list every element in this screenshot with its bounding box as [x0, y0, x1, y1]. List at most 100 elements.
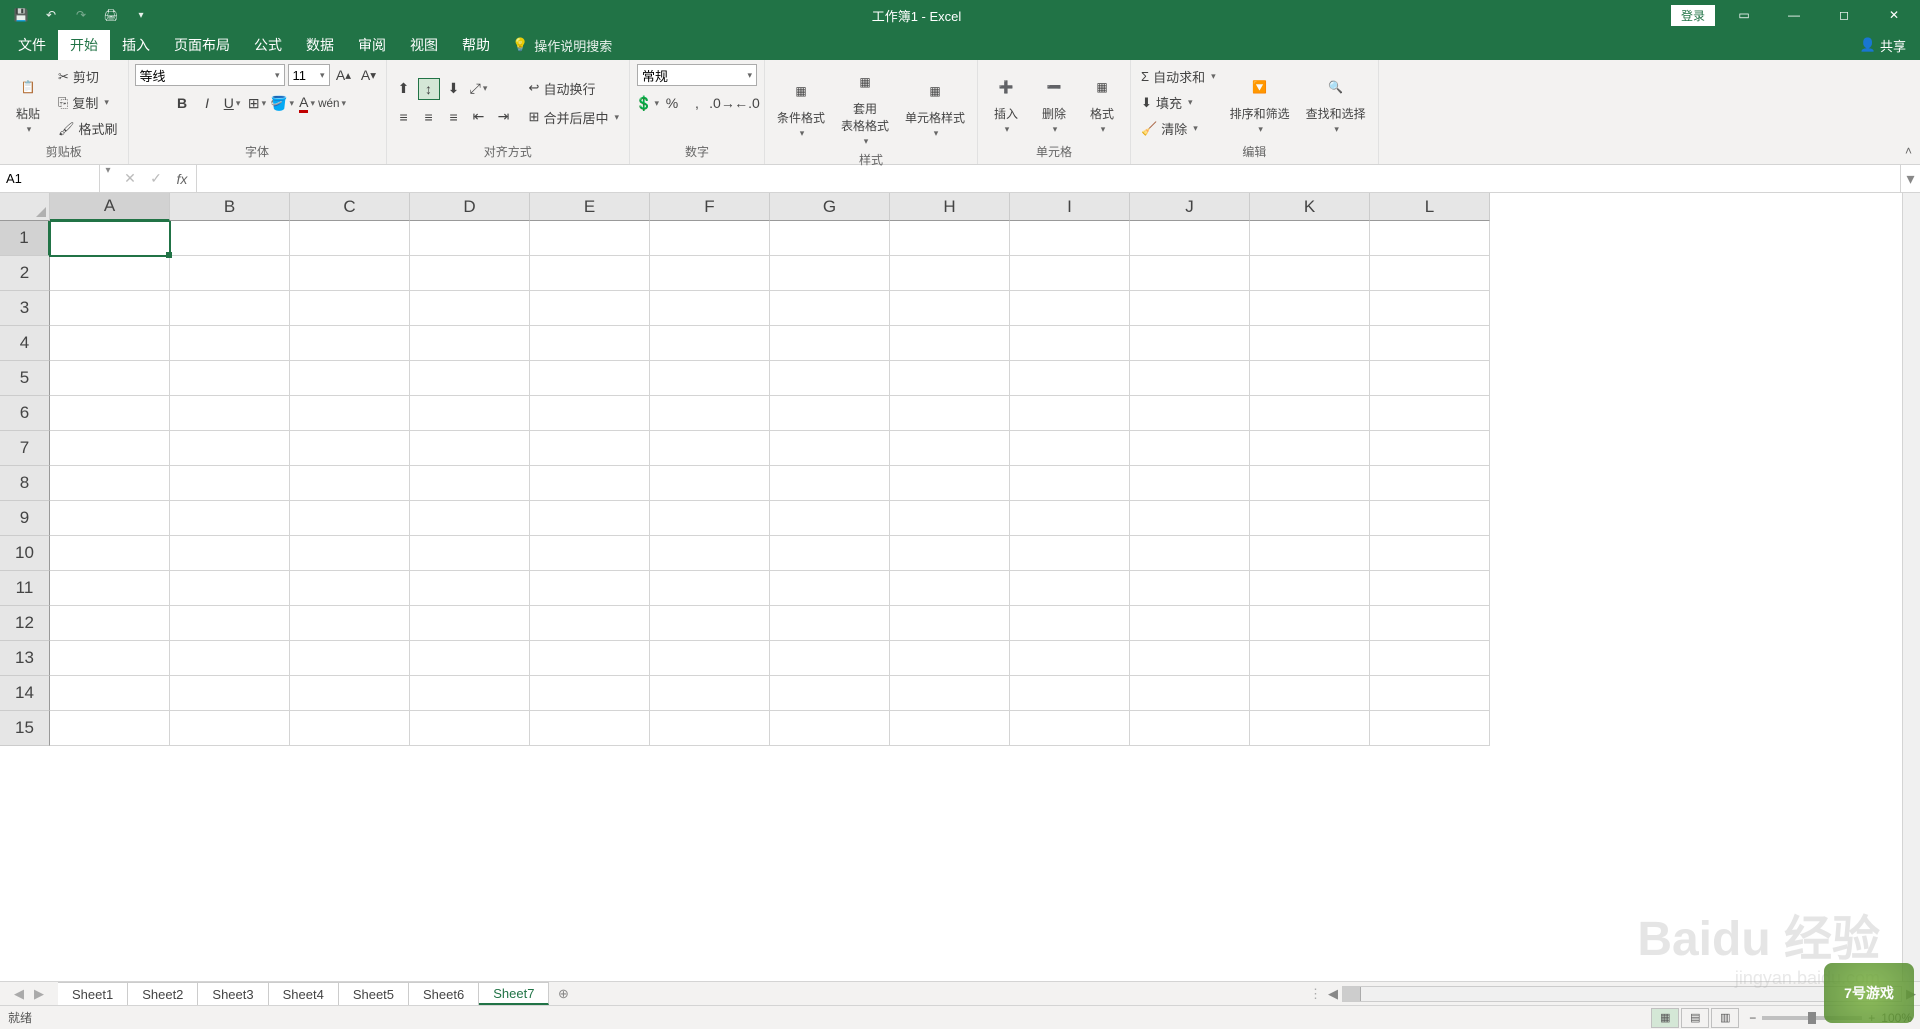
- cell[interactable]: [650, 396, 770, 431]
- page-layout -view-button[interactable]: ▤: [1681, 1008, 1709, 1028]
- cell[interactable]: [290, 326, 410, 361]
- autosum-button[interactable]: Σ自动求和▾: [1137, 65, 1220, 88]
- row-header[interactable]: 8: [0, 466, 50, 501]
- cell[interactable]: [770, 466, 890, 501]
- cell[interactable]: [1250, 641, 1370, 676]
- cell[interactable]: [1370, 291, 1490, 326]
- cell[interactable]: [890, 256, 1010, 291]
- cell[interactable]: [170, 606, 290, 641]
- cell[interactable]: [50, 326, 170, 361]
- cell[interactable]: [170, 256, 290, 291]
- minimize-icon[interactable]: —: [1773, 0, 1815, 30]
- cell[interactable]: [170, 361, 290, 396]
- cell[interactable]: [1370, 571, 1490, 606]
- cell[interactable]: [770, 361, 890, 396]
- sort-filter-button[interactable]: 🔽排序和筛选▾: [1224, 69, 1296, 137]
- cell[interactable]: [170, 641, 290, 676]
- cell[interactable]: [1130, 676, 1250, 711]
- cell[interactable]: [50, 396, 170, 431]
- cell[interactable]: [1370, 361, 1490, 396]
- cell[interactable]: [890, 641, 1010, 676]
- cell[interactable]: [770, 536, 890, 571]
- expand-formula-bar-icon[interactable]: ▾: [1900, 165, 1920, 192]
- cell[interactable]: [170, 571, 290, 606]
- cell[interactable]: [50, 711, 170, 746]
- align-left-button[interactable]: ≡: [393, 106, 415, 128]
- cell[interactable]: [650, 676, 770, 711]
- column-header[interactable]: A: [50, 193, 170, 221]
- fill-button[interactable]: ⬇填充▾: [1137, 91, 1220, 114]
- cell[interactable]: [1250, 466, 1370, 501]
- column-header[interactable]: B: [170, 193, 290, 221]
- number-format-combo[interactable]: 常规▾: [637, 64, 757, 86]
- cell[interactable]: [290, 466, 410, 501]
- copy-button[interactable]: ⎘复制▾: [54, 91, 122, 114]
- cell[interactable]: [650, 326, 770, 361]
- cell[interactable]: [650, 711, 770, 746]
- decrease-font-button[interactable]: A▾: [358, 64, 380, 86]
- align-middle-button[interactable]: ↕: [418, 78, 440, 100]
- cell[interactable]: [1010, 606, 1130, 641]
- font-name-combo[interactable]: 等线▾: [135, 64, 285, 86]
- add-sheet-button[interactable]: ⊕: [549, 982, 577, 1005]
- cell[interactable]: [1010, 256, 1130, 291]
- cell[interactable]: [1130, 361, 1250, 396]
- cell[interactable]: [770, 396, 890, 431]
- row-header[interactable]: 3: [0, 291, 50, 326]
- cell[interactable]: [770, 326, 890, 361]
- row-header[interactable]: 9: [0, 501, 50, 536]
- sheet-tab[interactable]: Sheet7: [479, 982, 549, 1005]
- cell[interactable]: [1130, 396, 1250, 431]
- cell[interactable]: [290, 571, 410, 606]
- row-header[interactable]: 12: [0, 606, 50, 641]
- cell[interactable]: [650, 641, 770, 676]
- row-header[interactable]: 6: [0, 396, 50, 431]
- undo-icon[interactable]: ↶: [40, 4, 62, 26]
- tab-insert[interactable]: 插入: [110, 30, 162, 60]
- cell[interactable]: [50, 501, 170, 536]
- cell[interactable]: [410, 711, 530, 746]
- cell[interactable]: [530, 641, 650, 676]
- close-icon[interactable]: ✕: [1873, 0, 1915, 30]
- cell[interactable]: [290, 711, 410, 746]
- column-header[interactable]: F: [650, 193, 770, 221]
- cell[interactable]: [530, 326, 650, 361]
- cell[interactable]: [770, 711, 890, 746]
- increase-font-button[interactable]: A▴: [333, 64, 355, 86]
- column-header[interactable]: I: [1010, 193, 1130, 221]
- format-as-table-button[interactable]: ▦套用 表格格式▾: [835, 64, 895, 149]
- cell[interactable]: [890, 221, 1010, 256]
- login-button[interactable]: 登录: [1671, 5, 1715, 26]
- cell[interactable]: [1250, 431, 1370, 466]
- cell[interactable]: [890, 466, 1010, 501]
- cell[interactable]: [170, 326, 290, 361]
- cell[interactable]: [290, 501, 410, 536]
- tab-file[interactable]: 文件: [6, 30, 58, 60]
- cell[interactable]: [1010, 466, 1130, 501]
- row-header[interactable]: 15: [0, 711, 50, 746]
- cell[interactable]: [170, 536, 290, 571]
- cell[interactable]: [650, 536, 770, 571]
- cell[interactable]: [170, 431, 290, 466]
- row-header[interactable]: 4: [0, 326, 50, 361]
- italic-button[interactable]: I: [196, 92, 218, 114]
- share-button[interactable]: 👤 共享: [1846, 30, 1920, 60]
- cell[interactable]: [410, 571, 530, 606]
- cell[interactable]: [650, 256, 770, 291]
- cell[interactable]: [530, 676, 650, 711]
- phonetic-button[interactable]: wén▾: [321, 92, 343, 114]
- cell[interactable]: [50, 606, 170, 641]
- enter-icon[interactable]: ✓: [148, 170, 164, 187]
- decrease-indent-button[interactable]: ⇤: [468, 106, 490, 128]
- delete-cells-button[interactable]: ➖删除▾: [1032, 69, 1076, 137]
- bold-button[interactable]: B: [171, 92, 193, 114]
- column-header[interactable]: C: [290, 193, 410, 221]
- cell[interactable]: [290, 396, 410, 431]
- name-box[interactable]: A1: [0, 165, 100, 192]
- cell[interactable]: [1250, 326, 1370, 361]
- cell[interactable]: [890, 711, 1010, 746]
- cell[interactable]: [1010, 641, 1130, 676]
- cell[interactable]: [170, 676, 290, 711]
- cell[interactable]: [530, 221, 650, 256]
- sheet-tab[interactable]: Sheet4: [269, 982, 339, 1005]
